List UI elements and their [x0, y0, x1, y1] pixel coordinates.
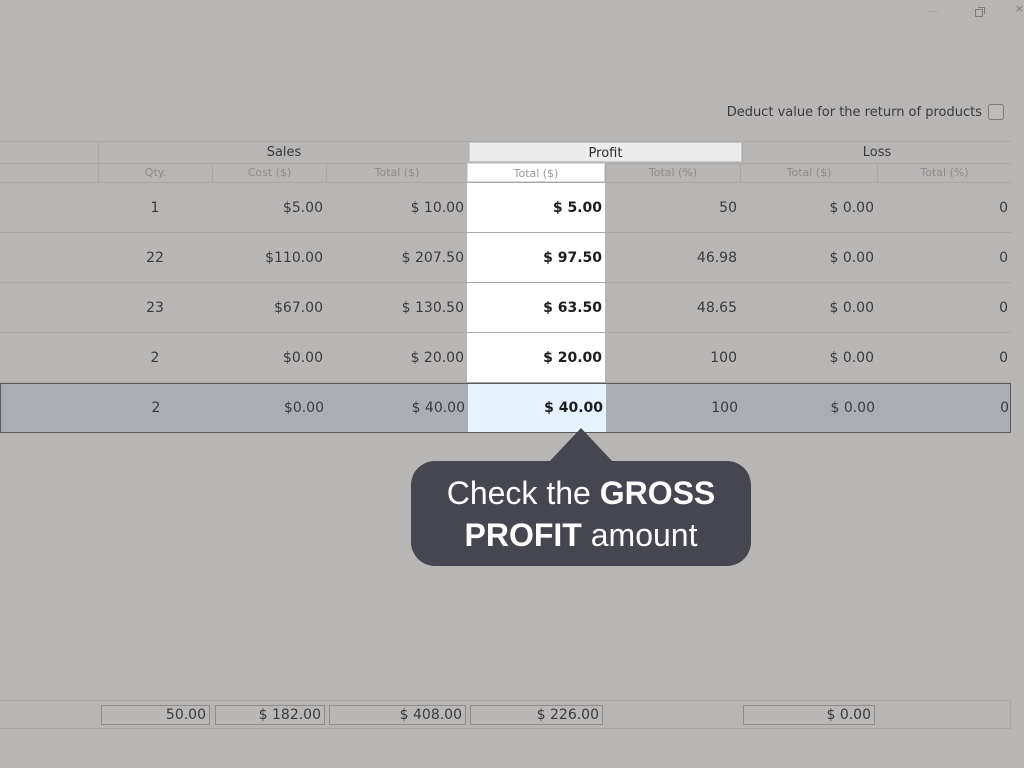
- column-header-sales-total[interactable]: Total ($): [326, 163, 467, 182]
- table-row-selected[interactable]: 2 $0.00 $ 40.00 $ 40.00 100 $ 0.00 0: [0, 383, 1011, 433]
- callout-bold-gross: GROSS: [599, 475, 716, 511]
- profit-pct-cell: 48.65: [696, 299, 737, 316]
- cost-cell: $5.00: [282, 199, 323, 216]
- column-header-profit-total[interactable]: Total ($): [467, 163, 605, 182]
- column-header-cost[interactable]: Cost ($): [212, 163, 326, 182]
- profit-total-cell: $ 63.50: [467, 283, 605, 332]
- loss-total-cell: $ 0.00: [830, 400, 875, 416]
- total-sales-field: $ 408.00: [329, 705, 466, 725]
- qty-cell: 22: [146, 249, 164, 266]
- callout-pointer: [549, 428, 613, 462]
- cost-cell: $67.00: [274, 299, 323, 316]
- deduct-returns-option[interactable]: Deduct value for the return of products: [727, 104, 1004, 120]
- window-controls: ×: [924, 2, 1024, 20]
- loss-group-header: Loss: [742, 142, 1011, 163]
- column-header-profit-pct[interactable]: Total (%): [605, 163, 740, 182]
- loss-total-cell: $ 0.00: [829, 199, 874, 216]
- sales-total-cell: $ 10.00: [410, 199, 464, 216]
- column-header-loss-pct[interactable]: Total (%): [877, 163, 1011, 182]
- profit-pct-cell: 100: [710, 349, 737, 366]
- column-header-qty[interactable]: Qty.: [98, 163, 212, 182]
- total-cost-field: $ 182.00: [215, 705, 325, 725]
- loss-total-cell: $ 0.00: [829, 349, 874, 366]
- column-header-loss-total[interactable]: Total ($): [740, 163, 877, 182]
- cost-cell: $0.00: [282, 349, 323, 366]
- close-icon[interactable]: ×: [1015, 2, 1024, 15]
- loss-pct-cell: 0: [999, 349, 1008, 366]
- profit-pct-cell: 50: [719, 199, 737, 216]
- profit-pct-cell: 100: [711, 400, 738, 416]
- total-loss-field: $ 0.00: [743, 705, 875, 725]
- sales-total-cell: $ 130.50: [401, 299, 464, 316]
- profit-total-cell: $ 97.50: [467, 233, 605, 282]
- profit-total-cell: $ 5.00: [467, 183, 605, 232]
- table-row[interactable]: 22 $110.00 $ 207.50 $ 97.50 46.98 $ 0.00…: [0, 233, 1011, 283]
- qty-cell: 2: [151, 400, 161, 416]
- total-profit-field: $ 226.00: [470, 705, 603, 725]
- sales-total-cell: $ 20.00: [410, 349, 464, 366]
- tutorial-callout: Check the GROSS PROFIT amount: [411, 461, 751, 566]
- qty-cell: 23: [146, 299, 164, 316]
- cost-cell: $0.00: [283, 400, 324, 416]
- profit-pct-cell: 46.98: [696, 249, 737, 266]
- profit-total-cell: $ 40.00: [468, 384, 606, 432]
- table-row[interactable]: 2 $0.00 $ 20.00 $ 20.00 100 $ 0.00 0: [0, 333, 1011, 383]
- minimize-icon[interactable]: [929, 11, 938, 12]
- loss-pct-cell: 0: [999, 299, 1008, 316]
- total-qty-field: 50.00: [101, 705, 210, 725]
- group-header-row: Sales Profit Loss: [0, 141, 1011, 164]
- cost-cell: $110.00: [265, 249, 323, 266]
- sales-total-cell: $ 40.00: [411, 400, 465, 416]
- loss-total-cell: $ 0.00: [829, 299, 874, 316]
- loss-pct-cell: 0: [999, 249, 1008, 266]
- qty-cell: 2: [150, 349, 160, 366]
- table-row[interactable]: 1 $5.00 $ 10.00 $ 5.00 50 $ 0.00 0: [0, 183, 1011, 233]
- profit-total-cell: $ 20.00: [467, 333, 605, 382]
- sales-group-header: Sales: [98, 142, 469, 163]
- profit-group-header: Profit: [469, 142, 742, 162]
- callout-bold-profit: PROFIT: [464, 517, 582, 553]
- qty-cell: 1: [150, 199, 160, 216]
- callout-suffix: amount: [590, 517, 698, 553]
- totals-row: 50.00 $ 182.00 $ 408.00 $ 226.00 $ 0.00: [0, 700, 1011, 729]
- restore-icon[interactable]: [975, 7, 985, 17]
- loss-total-cell: $ 0.00: [829, 249, 874, 266]
- loss-pct-cell: 0: [999, 199, 1008, 216]
- loss-pct-cell: 0: [1000, 400, 1009, 416]
- column-header-row: Qty. Cost ($) Total ($) Total ($) Total …: [0, 163, 1011, 183]
- table-row[interactable]: 23 $67.00 $ 130.50 $ 63.50 48.65 $ 0.00 …: [0, 283, 1011, 333]
- sales-total-cell: $ 207.50: [401, 249, 464, 266]
- callout-prefix: Check the: [446, 475, 591, 511]
- deduct-returns-label: Deduct value for the return of products: [726, 104, 982, 120]
- deduct-returns-checkbox[interactable]: [988, 104, 1004, 120]
